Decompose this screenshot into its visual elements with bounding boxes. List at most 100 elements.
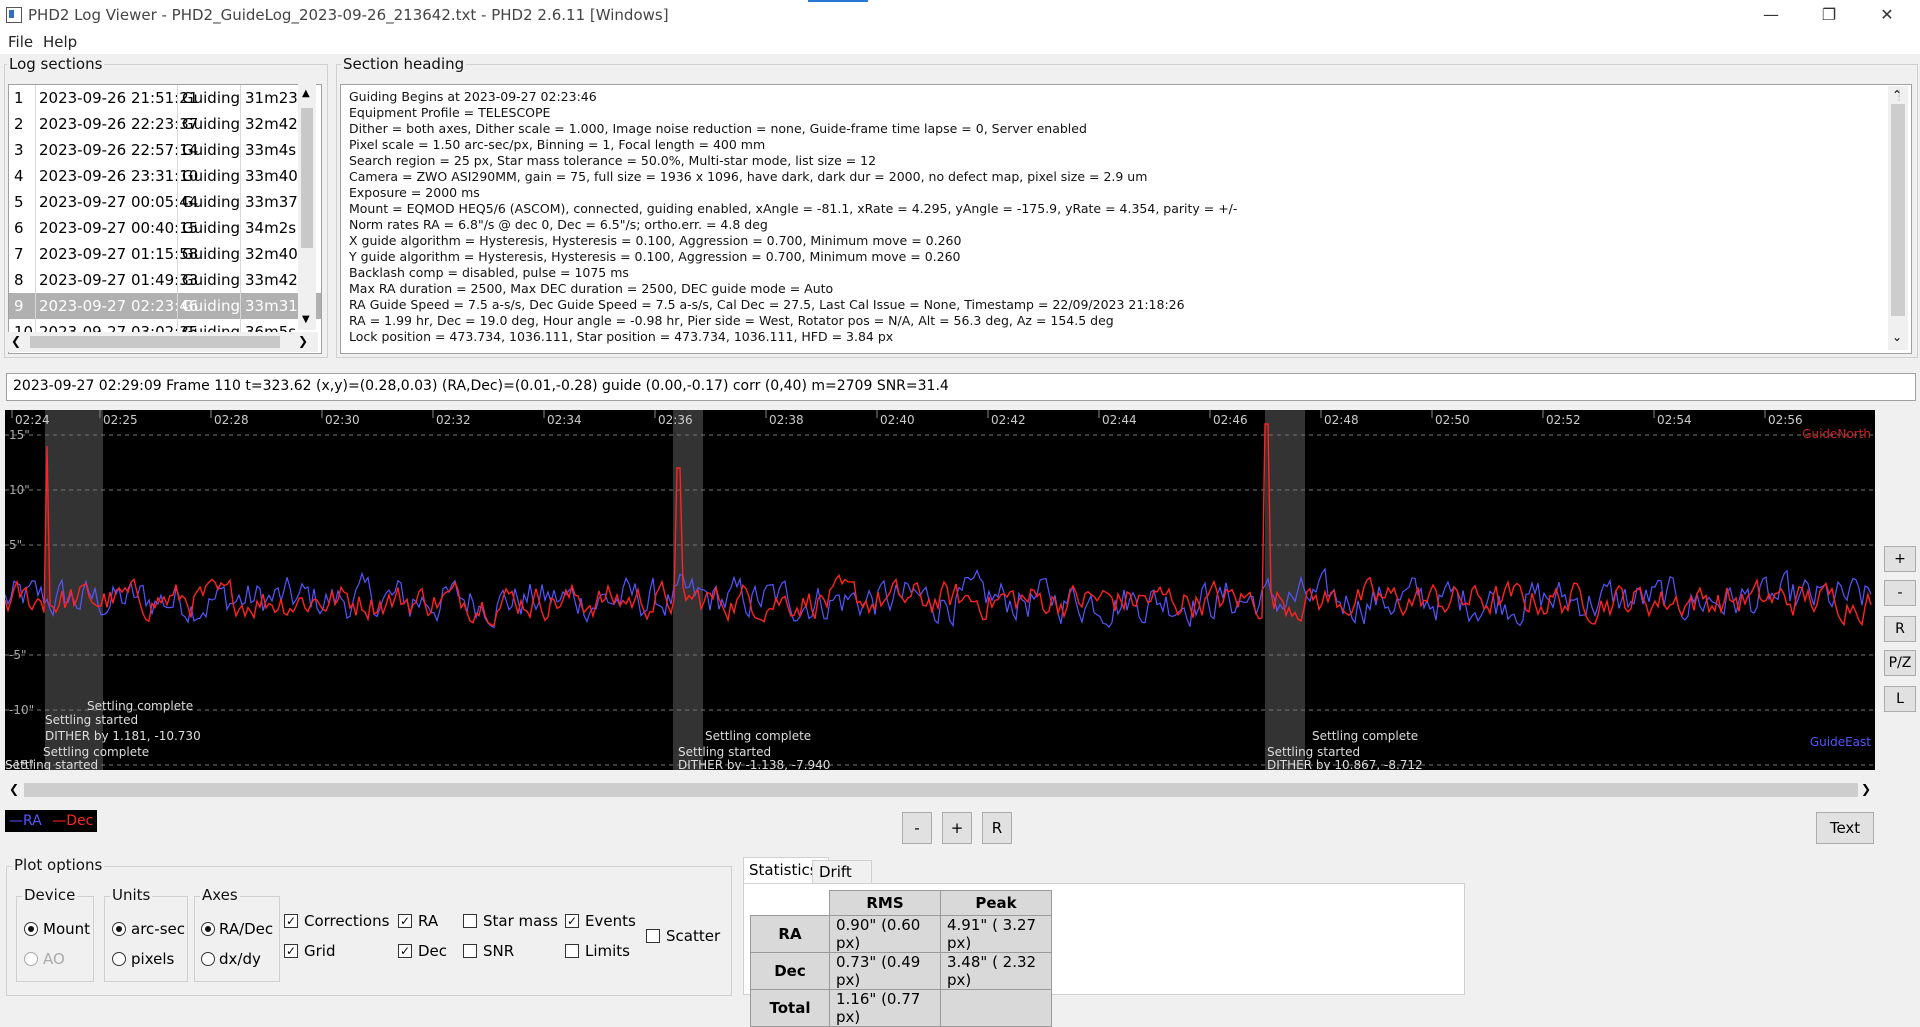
event-annotation: Settling started	[45, 713, 138, 727]
statistics-table: RMS Peak RA 0.90" (0.60 px) 4.91" ( 3.27…	[750, 890, 1052, 1027]
legend-dec: Dec	[66, 813, 94, 829]
units-arcsec-radio[interactable]	[112, 922, 126, 936]
event-annotation: Settling complete	[87, 699, 193, 713]
units-label: Units	[110, 886, 153, 904]
column-divider	[240, 267, 241, 293]
log-section-row[interactable]: 7 2023-09-27 01:15:58 Guiding 32m40s	[9, 241, 321, 267]
log-section-row[interactable]: 8 2023-09-27 01:49:33 Guiding 33m42s	[9, 267, 321, 293]
device-group	[16, 896, 94, 982]
minimize-icon[interactable]: —	[1742, 0, 1800, 30]
heading-line: Max RA duration = 2500, Max DEC duration…	[349, 281, 834, 296]
log-section-time: 2023-09-26 22:57:14	[39, 141, 199, 159]
graph-legend: —RA —Dec	[5, 810, 97, 832]
star-mass-label: Star mass	[483, 912, 558, 930]
axes-radec-radio[interactable]	[201, 922, 215, 936]
zoom-out-button[interactable]: -	[902, 812, 932, 844]
axes-dxdy-radio[interactable]	[201, 952, 215, 966]
dec-row-header: Dec	[750, 952, 830, 990]
close-icon[interactable]: ✕	[1858, 0, 1916, 30]
log-section-time: 2023-09-27 02:23:46	[39, 297, 199, 315]
x-tick-label: 02:30	[325, 413, 360, 427]
log-section-type: Guiding	[182, 115, 241, 133]
event-annotation: Settling started	[1267, 745, 1360, 759]
restore-icon[interactable]: ❐	[1800, 0, 1858, 30]
units-arcsec-label: arc-sec	[131, 920, 185, 938]
y-tick-label: -10"	[9, 703, 34, 717]
focus-indicator	[808, 0, 868, 2]
limits-checkbox[interactable]	[565, 944, 579, 958]
tab-drift[interactable]: Drift	[812, 860, 872, 885]
grid-checkbox[interactable]: ✓	[284, 944, 298, 958]
heading-line: Y guide algorithm = Hysteresis, Hysteres…	[349, 249, 961, 264]
log-section-row[interactable]: 5 2023-09-27 00:05:44 Guiding 33m37s	[9, 189, 321, 215]
dec-checkbox[interactable]: ✓	[398, 944, 412, 958]
corner-cell	[750, 890, 830, 916]
corrections-checkbox[interactable]: ✓	[284, 914, 298, 928]
ra-checkbox[interactable]: ✓	[398, 914, 412, 928]
log-section-duration: 33m42s	[245, 271, 306, 289]
log-section-duration: 33m37s	[245, 193, 306, 211]
pz-side-button[interactable]: P/Z	[1884, 650, 1916, 676]
heading-scroll-up-icon[interactable]: ⌃	[1892, 88, 1902, 102]
x-tick-label: 02:46	[1213, 413, 1248, 427]
device-label: Device	[22, 886, 78, 904]
column-divider	[177, 137, 178, 163]
heading-line: Pixel scale = 1.50 arc-sec/px, Binning =…	[349, 137, 766, 152]
zoom-in-button[interactable]: +	[942, 812, 972, 844]
reset-side-button[interactable]: R	[1884, 616, 1916, 642]
limits-side-button[interactable]: L	[1884, 686, 1916, 712]
event-annotation: Settling complete	[705, 729, 811, 743]
reset-zoom-button[interactable]: R	[982, 812, 1012, 844]
log-section-row[interactable]: 3 2023-09-26 22:57:14 Guiding 33m4s	[9, 137, 321, 163]
log-section-type: Guiding	[182, 245, 241, 263]
snr-checkbox[interactable]	[463, 944, 477, 958]
heading-line: Search region = 25 px, Star mass toleran…	[349, 153, 877, 168]
total-peak	[940, 989, 1052, 1027]
log-section-row[interactable]: 6 2023-09-27 00:40:15 Guiding 34m2s	[9, 215, 321, 241]
scroll-right-icon[interactable]: ❯	[1861, 782, 1871, 796]
units-group	[104, 896, 188, 982]
events-checkbox[interactable]: ✓	[565, 914, 579, 928]
menu-help[interactable]: Help	[43, 33, 77, 51]
peak-header: Peak	[940, 890, 1052, 916]
scroll-up-icon[interactable]: ▲	[302, 88, 310, 99]
log-section-row[interactable]: 1 2023-09-26 21:51:21 Guiding 31m23s	[9, 85, 321, 111]
x-tick-label: 02:32	[436, 413, 471, 427]
log-section-row[interactable]: 2 2023-09-26 22:23:37 Guiding 32m42s	[9, 111, 321, 137]
log-section-duration: 33m40s	[245, 167, 306, 185]
zoom-in-side-button[interactable]: +	[1884, 546, 1916, 572]
event-annotation: Settling started	[5, 758, 98, 770]
log-section-row[interactable]: 9 2023-09-27 02:23:46 Guiding 33m31s	[9, 293, 321, 319]
event-annotation: DITHER by -1.138, -7.940	[678, 758, 830, 770]
heading-line: Camera = ZWO ASI290MM, gain = 75, full s…	[349, 169, 1148, 184]
scroll-left-icon[interactable]: ❮	[9, 782, 19, 796]
scroll-left-icon[interactable]: ❮	[11, 334, 21, 348]
column-divider	[35, 293, 36, 319]
units-pixels-radio[interactable]	[112, 952, 126, 966]
scroll-down-icon[interactable]: ▼	[302, 314, 310, 325]
guide-graph[interactable]: 15"10"5"-5"-10"-15"02:24 02:25 02:28 02:30 0…	[5, 410, 1875, 770]
y-tick-label: 5"	[9, 538, 22, 552]
column-divider	[35, 241, 36, 267]
scatter-checkbox[interactable]	[646, 929, 660, 943]
text-button[interactable]: Text	[1816, 812, 1874, 844]
device-ao-radio	[24, 952, 38, 966]
heading-scroll-down-icon[interactable]: ⌄	[1892, 330, 1902, 344]
star-mass-checkbox[interactable]	[463, 914, 477, 928]
device-mount-radio[interactable]	[24, 922, 38, 936]
log-section-time: 2023-09-26 21:51:21	[39, 89, 199, 107]
column-divider	[240, 111, 241, 137]
log-sections-vscroll-thumb[interactable]	[301, 108, 313, 248]
menu-file[interactable]: File	[8, 33, 33, 51]
section-heading-vscroll-thumb[interactable]	[1891, 104, 1905, 316]
log-sections-list[interactable]: 1 2023-09-26 21:51:21 Guiding 31m23s 2 2023-0…	[8, 84, 322, 354]
log-sections-hscroll-thumb[interactable]	[30, 336, 280, 348]
log-section-duration: 33m31s	[245, 297, 306, 315]
corrections-label: Corrections	[304, 912, 390, 930]
column-divider	[177, 215, 178, 241]
zoom-out-side-button[interactable]: -	[1884, 580, 1916, 606]
event-annotation: Settling started	[678, 745, 771, 759]
scroll-right-icon[interactable]: ❯	[298, 334, 308, 348]
log-section-row[interactable]: 4 2023-09-26 23:31:10 Guiding 33m40s	[9, 163, 321, 189]
graph-hscroll-thumb[interactable]	[24, 783, 1858, 797]
